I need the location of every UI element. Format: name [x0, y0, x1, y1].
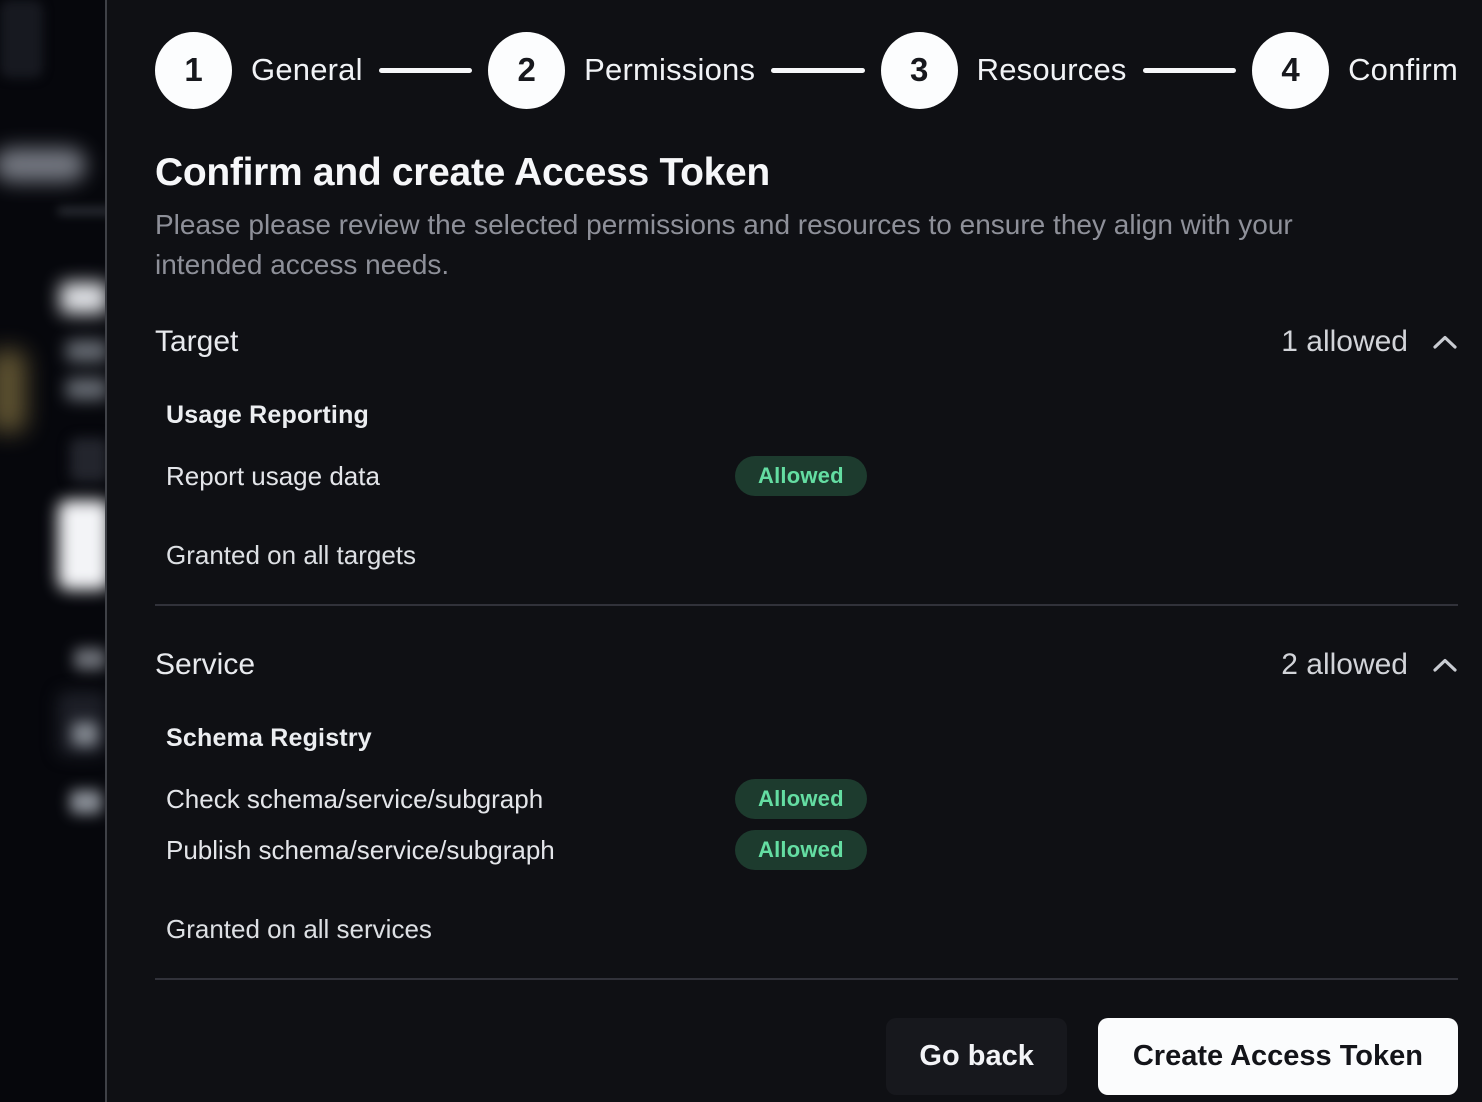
step-label: Resources	[977, 52, 1127, 88]
go-back-button[interactable]: Go back	[886, 1018, 1066, 1095]
permission-row: Report usage data Allowed	[166, 456, 1458, 496]
background-blur-text	[60, 282, 108, 314]
permission-row: Publish schema/service/subgraph Allowed	[166, 830, 1458, 870]
step-number-circle: 2	[488, 32, 565, 109]
create-access-token-button[interactable]: Create Access Token	[1098, 1018, 1458, 1095]
step-connector	[771, 68, 864, 73]
step-connector	[1143, 68, 1236, 73]
permission-group-heading: Usage Reporting	[166, 401, 1458, 430]
step-number-circle: 3	[881, 32, 958, 109]
permission-label: Check schema/service/subgraph	[166, 784, 735, 815]
step-label: Permissions	[584, 52, 755, 88]
background-blur-box	[70, 438, 108, 482]
background-blur-text	[72, 722, 98, 746]
background-blur-nav-item	[0, 148, 86, 182]
status-badge-allowed: Allowed	[735, 456, 867, 496]
wizard-stepper: 1 General 2 Permissions 3 Resources 4 Co…	[155, 31, 1458, 109]
section-divider	[155, 604, 1458, 606]
chevron-up-icon	[1432, 334, 1458, 350]
create-access-token-modal: 1 General 2 Permissions 3 Resources 4 Co…	[105, 0, 1482, 1102]
chevron-up-icon	[1432, 657, 1458, 673]
step-resources[interactable]: 3 Resources	[881, 32, 1127, 109]
status-badge-allowed: Allowed	[735, 830, 867, 870]
step-label: General	[251, 52, 363, 88]
step-number-circle: 1	[155, 32, 232, 109]
section-toggle-service[interactable]: 2 allowed	[1281, 648, 1458, 682]
step-number-circle: 4	[1252, 32, 1329, 109]
background-blur-box	[58, 500, 110, 590]
permission-group-heading: Schema Registry	[166, 724, 1458, 753]
modal-footer: Go back Create Access Token	[155, 1018, 1458, 1095]
step-connector	[379, 68, 472, 73]
permission-label: Report usage data	[166, 461, 735, 492]
permission-row: Check schema/service/subgraph Allowed	[166, 779, 1458, 819]
allowed-count: 2 allowed	[1281, 648, 1408, 682]
background-blur-text	[66, 340, 108, 362]
page-subtitle: Please please review the selected permis…	[155, 205, 1395, 285]
allowed-count: 1 allowed	[1281, 325, 1408, 359]
permission-label: Publish schema/service/subgraph	[166, 835, 735, 866]
step-confirm[interactable]: 4 Confirm	[1252, 32, 1458, 109]
granted-note: Granted on all services	[166, 914, 1458, 945]
granted-note: Granted on all targets	[166, 540, 1458, 571]
section-header-target: Target 1 allowed	[155, 325, 1458, 359]
section-name: Service	[155, 648, 255, 682]
section-toggle-target[interactable]: 1 allowed	[1281, 325, 1458, 359]
background-blur-text	[66, 378, 108, 400]
status-badge-allowed: Allowed	[735, 779, 867, 819]
background-blur-text	[74, 648, 106, 670]
page-title: Confirm and create Access Token	[155, 151, 1458, 195]
footer-divider	[155, 978, 1458, 980]
section-name: Target	[155, 325, 238, 359]
section-header-service: Service 2 allowed	[155, 648, 1458, 682]
step-general[interactable]: 1 General	[155, 32, 363, 109]
step-label: Confirm	[1348, 52, 1458, 88]
step-permissions[interactable]: 2 Permissions	[488, 32, 755, 109]
background-blur-card	[0, 0, 43, 78]
background-blur-blob	[0, 350, 26, 432]
background-blur-text	[70, 790, 102, 814]
